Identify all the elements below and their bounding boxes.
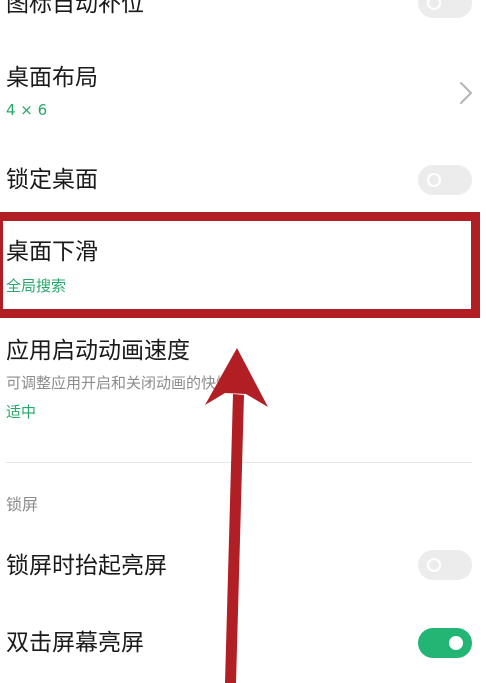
toggle-knob bbox=[427, 0, 441, 10]
section-label-lock-screen: 锁屏 bbox=[6, 495, 39, 514]
setting-value: 适中 bbox=[6, 403, 37, 421]
setting-desktop-swipe-down[interactable]: 桌面下滑 全局搜索 bbox=[0, 222, 486, 312]
setting-lock-desktop[interactable]: 锁定桌面 bbox=[0, 150, 486, 210]
setting-icon-auto-fill[interactable]: 图标自动补位 bbox=[0, 0, 486, 40]
settings-screen: 图标自动补位 桌面布局 4 × 6 锁定桌面 桌面下滑 全局搜索 应用启动动画速… bbox=[0, 0, 486, 683]
toggle-knob bbox=[427, 173, 441, 187]
double-tap-wake-toggle[interactable] bbox=[418, 628, 472, 658]
icon-auto-fill-toggle[interactable] bbox=[418, 0, 472, 18]
toggle-knob bbox=[449, 636, 463, 650]
setting-title: 桌面布局 bbox=[6, 65, 98, 91]
setting-title: 双击屏幕亮屏 bbox=[6, 630, 144, 656]
setting-title: 图标自动补位 bbox=[6, 0, 144, 17]
setting-title: 应用启动动画速度 bbox=[6, 338, 190, 364]
raise-to-wake-toggle[interactable] bbox=[418, 550, 472, 580]
setting-raise-to-wake[interactable]: 锁屏时抬起亮屏 bbox=[0, 540, 486, 600]
setting-title: 桌面下滑 bbox=[6, 239, 98, 265]
setting-value: 全局搜索 bbox=[6, 277, 67, 295]
lock-desktop-toggle[interactable] bbox=[418, 165, 472, 195]
toggle-knob bbox=[427, 558, 441, 572]
setting-desktop-layout[interactable]: 桌面布局 4 × 6 bbox=[0, 50, 486, 140]
setting-value: 4 × 6 bbox=[6, 101, 48, 119]
setting-app-launch-speed[interactable]: 应用启动动画速度 可调整应用开启和关闭动画的快慢 适中 bbox=[0, 325, 486, 445]
chevron-right-icon bbox=[460, 82, 472, 104]
setting-description: 可调整应用开启和关闭动画的快慢 bbox=[6, 374, 232, 392]
setting-double-tap-wake[interactable]: 双击屏幕亮屏 bbox=[0, 615, 486, 675]
section-divider bbox=[6, 462, 472, 463]
setting-title: 锁屏时抬起亮屏 bbox=[6, 553, 167, 579]
setting-title: 锁定桌面 bbox=[6, 167, 98, 193]
